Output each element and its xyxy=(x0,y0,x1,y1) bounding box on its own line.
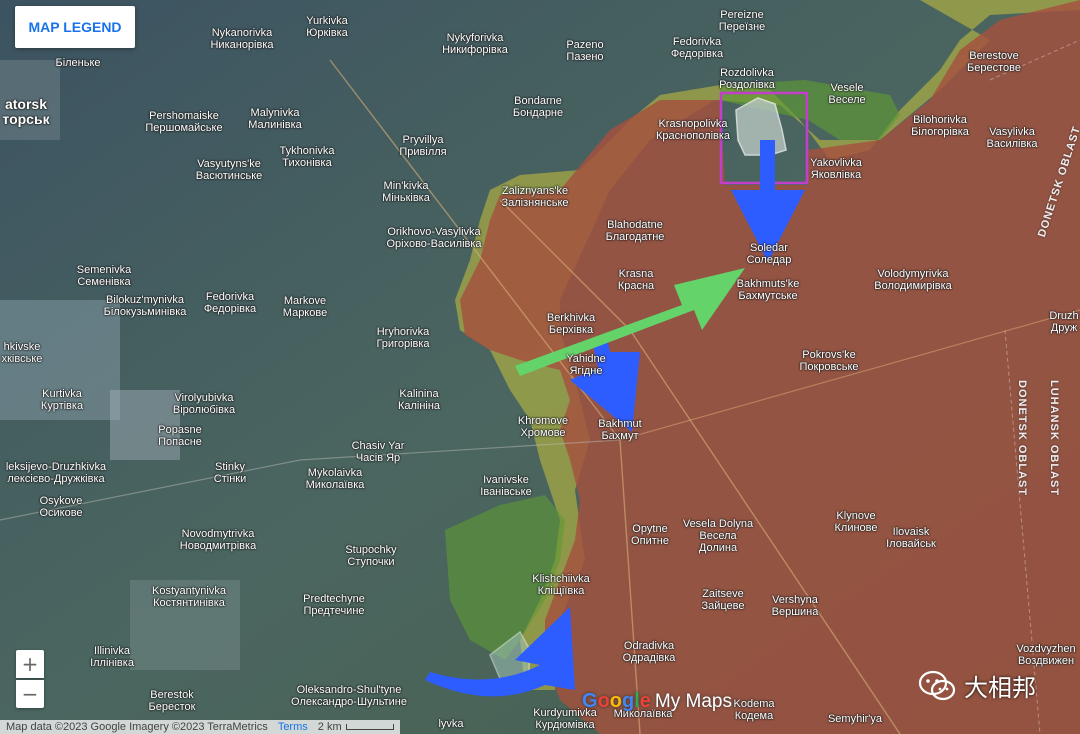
oblast-label-donetsk-right: DONETSK OBLAST xyxy=(1016,380,1028,497)
place-pershomaiske: Pershomaiske Першомайське xyxy=(145,110,223,134)
place-popasne: Popasne Попасне xyxy=(158,424,202,448)
place-novodmytrivka: Novodmytrivka Новодмитрівка xyxy=(179,528,257,552)
place-soledar: Soledar Соледар xyxy=(746,242,792,266)
place-rozdolivka: Rozdolivka Роздолівка xyxy=(719,67,775,91)
place-berestok: Berestok Бересток xyxy=(148,689,196,713)
place-stinky: Stinky Стінки xyxy=(213,461,247,485)
place-kodema: Kodema Кодема xyxy=(733,698,775,722)
place-illinivka: Illinivka Іллінівка xyxy=(90,645,134,669)
watermark-text: 大相邦 xyxy=(964,674,1036,702)
place-virolyubivka: Virolyubivka Віролюбівка xyxy=(172,392,236,416)
place-odradivka: Odradivka Одрадівка xyxy=(622,640,676,664)
place-kurtivka: Kurtivka Куртівка xyxy=(40,388,84,412)
place-semenivka: Semenivka Семенівка xyxy=(76,264,132,288)
wechat-icon xyxy=(918,670,956,700)
place-ivanivske: Ivanivske Іванівське xyxy=(480,474,532,498)
place-bilohorivka: Bilohorivka Білогорівка xyxy=(911,114,969,138)
place-tykhonivka: Tykhonivka Тихонівка xyxy=(279,145,335,169)
place-khrykivske: hkivske хківське xyxy=(1,341,43,365)
place-klynove: Klynove Клинове xyxy=(834,510,878,534)
place-vasiutynske: Vasyutyns'ke Васютинське xyxy=(195,158,263,182)
place-ilovaisk: Ilovaisk Іловайськ xyxy=(886,526,936,550)
place-semyhiria: Semyhir'ya xyxy=(827,713,883,725)
place-orikhovo-vasylivka: Orikhovo-Vasylivka Оріхово-Василівка xyxy=(386,226,482,250)
place-zaliznianske: Zaliznyans'ke Залізнянське xyxy=(501,185,569,209)
place-stupochky: Stupochky Ступочки xyxy=(345,544,397,568)
place-fedorivka-north: Fedorivka Федорівка xyxy=(670,36,724,60)
place-predtechyne: Predtechyne Предтечине xyxy=(303,593,365,617)
place-vesele: Vesele Веселе xyxy=(828,82,866,106)
place-pereizne: Pereizne Переїзне xyxy=(718,9,766,33)
map-canvas[interactable]: DONETSK OBLAST LUHANSK OBLAST DONETSK OB… xyxy=(0,0,1080,734)
place-opytne: Opytne Опитне xyxy=(631,523,669,547)
place-osykove: Osykove Осикове xyxy=(39,495,83,519)
place-nykanorivka: Nykanorivka Никанорівка xyxy=(210,27,274,51)
map-legend-button[interactable]: MAP LEGEND xyxy=(15,6,135,48)
oblast-label-luhansk: LUHANSK OBLAST xyxy=(1048,380,1060,497)
place-yakovlivka: Yakovlivka Яковлівка xyxy=(810,157,862,181)
place-chasiv-yar: Chasiv Yar Часів Яр xyxy=(351,440,405,464)
place-fedorivka-west: Fedorivka Федорівка xyxy=(203,291,257,315)
place-minkivka: Min'kivka Міньківка xyxy=(382,180,430,204)
zoom-in-button[interactable]: + xyxy=(16,650,44,678)
place-bondarne: Bondarne Бондарне xyxy=(512,95,564,119)
place-zaitseve: Zaitseve Зайцеве xyxy=(701,588,745,612)
place-yurkivka: Yurkivka Юрківка xyxy=(306,15,348,39)
place-hryhorivka: Hryhorivka Григорівка xyxy=(376,326,430,350)
place-volodymyrivka: Volodymyrivka Володимирівка xyxy=(874,268,952,292)
scale-indicator[interactable]: 2 km xyxy=(318,720,394,734)
place-oleksiievo-druzhkivka: leksijevo-Druzhkivka лексієво-Дружківка xyxy=(5,461,107,485)
place-kramatorsk: atorsk торськ xyxy=(2,96,50,127)
place-vershyna: Vershyna Вершина xyxy=(771,594,819,618)
place-berkhivka: Berkhivka Берхівка xyxy=(546,312,596,336)
place-lyvka: lyvka xyxy=(438,718,464,730)
place-bakhmutske: Bakhmuts'ke Бахмутське xyxy=(736,278,800,302)
place-kalinina: Kalinina Калініна xyxy=(397,388,441,412)
place-bilokuzmynivka: Bilokuz'mynivka Білокузьминівка xyxy=(103,294,187,318)
place-yahidne: Yahidne Ягідне xyxy=(566,353,606,377)
place-vesela-dolyna: Vesela Dolyna Весела Долина xyxy=(682,518,754,554)
place-vasylivka: Vasylivka Василівка xyxy=(986,126,1038,150)
map-footer: Map data ©2023 Google Imagery ©2023 Terr… xyxy=(0,720,400,734)
place-pryvillia: Pryvillya Привілля xyxy=(399,134,447,158)
place-nykyforivka: Nykyforivka Никифорівка xyxy=(442,32,508,56)
place-pokrovske: Pokrovs'ke Покровське xyxy=(799,349,859,373)
place-markove: Markove Маркове xyxy=(282,295,328,319)
terms-link[interactable]: Terms xyxy=(278,720,308,734)
place-khromove: Khromove Хромове xyxy=(517,415,569,439)
scale-label: 2 km xyxy=(317,721,342,733)
place-blahodatne: Blahodatne Благодатне xyxy=(605,219,665,243)
place-krasnopolivka: Krasnopolivka Краснополівка xyxy=(655,118,731,142)
place-druzhba: Druzh Друж xyxy=(1049,310,1079,334)
place-vozdvyzhenka: Vozdvyzhen Воздвижен xyxy=(1016,643,1076,667)
place-berestove: Berestove Берестове xyxy=(967,50,1021,74)
scale-bar xyxy=(345,724,394,730)
watermark: 大相邦 xyxy=(918,668,1036,703)
place-bakhmut: Bakhmut Бахмут xyxy=(598,418,642,442)
place-kostiantynivka: Kostyantynivka Костянтинівка xyxy=(152,585,226,609)
zoom-out-button[interactable]: − xyxy=(16,680,44,708)
place-oleksandro-shultyne: Oleksandro-Shul'tyne Олександро-Шультине xyxy=(291,684,407,708)
place-bilenke: Біленьке xyxy=(55,57,101,69)
place-krasna-hora: Krasna Красна xyxy=(617,268,655,292)
place-pazeno: Pazeno Пазено xyxy=(566,39,604,63)
place-klishchiivka: Klishchiivka Кліщіївка xyxy=(532,573,590,597)
google-my-maps-logo: Google My Maps xyxy=(582,690,732,712)
map-attribution: Map data ©2023 Google Imagery ©2023 Terr… xyxy=(6,721,268,733)
place-mykolaivka: Mykolaivka Миколаївка xyxy=(305,467,365,491)
place-malynivka: Malynivka Малинівка xyxy=(248,107,302,131)
